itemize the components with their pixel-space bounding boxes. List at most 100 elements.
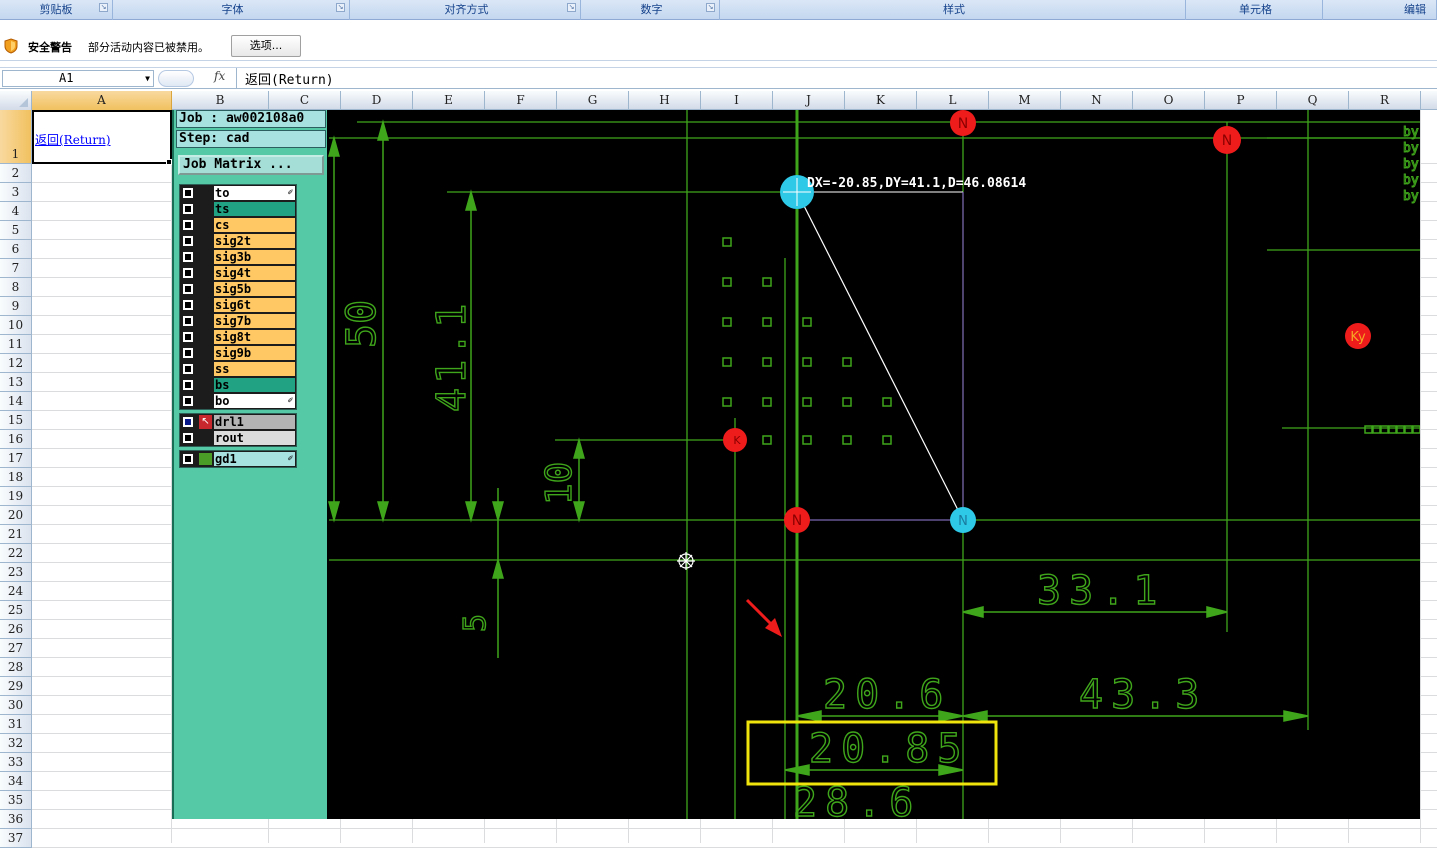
column-header-i[interactable]: I [701, 91, 773, 110]
ribbon-group-alignment[interactable]: 对齐方式 ↘ [353, 0, 581, 20]
layer-row-sig2t[interactable]: sig2t [180, 233, 296, 249]
row-header-12[interactable]: 12 [0, 354, 32, 373]
layer-row-drl1[interactable]: ↖ drl1 [180, 414, 296, 430]
column-header-j[interactable]: J [773, 91, 845, 110]
layer-name[interactable]: sig3b [214, 250, 295, 264]
layer-name[interactable]: sig4t [214, 266, 295, 280]
layer-checkbox[interactable] [183, 188, 193, 198]
dialog-launcher-icon[interactable]: ↘ [336, 3, 345, 12]
layer-checkbox[interactable] [183, 380, 193, 390]
row-header-16[interactable]: 16 [0, 430, 32, 449]
row-header-7[interactable]: 7 [0, 259, 32, 278]
row-header-33[interactable]: 33 [0, 753, 32, 772]
row-header-5[interactable]: 5 [0, 221, 32, 240]
row-header-21[interactable]: 21 [0, 525, 32, 544]
return-hyperlink[interactable]: 返回(Return) [35, 131, 111, 148]
row-header-32[interactable]: 32 [0, 734, 32, 753]
cad-viewer[interactable]: 50 41.1 10 5 33.1 20.6 43.3 20.85 28.6 N… [327, 110, 1420, 819]
column-header-h[interactable]: H [629, 91, 701, 110]
row-header-31[interactable]: 31 [0, 715, 32, 734]
ribbon-group-cells[interactable]: 单元格 [1189, 0, 1323, 20]
chevron-down-icon[interactable]: ▼ [145, 71, 150, 86]
layer-name[interactable]: sig5b [214, 282, 295, 296]
layer-name[interactable]: to [214, 186, 295, 200]
formula-input[interactable]: 返回(Return) [245, 69, 334, 88]
row-header-3[interactable]: 3 [0, 183, 32, 202]
worksheet-grid[interactable]: ABCDEFGHIJKLMNOPQR 1 2 3 4 5 6 7 8 9 10 11 12 13 14 15… [0, 91, 1437, 848]
layer-name[interactable]: bs [214, 378, 295, 392]
column-header-q[interactable]: Q [1277, 91, 1349, 110]
ribbon-group-number[interactable]: 数字 ↘ [584, 0, 720, 20]
formula-bar-splitter[interactable] [158, 70, 194, 87]
column-header-k[interactable]: K [845, 91, 917, 110]
row-header-19[interactable]: 19 [0, 487, 32, 506]
row-header-25[interactable]: 25 [0, 601, 32, 620]
layer-name[interactable]: drl1 [214, 415, 295, 429]
ribbon-group-styles[interactable]: 样式 [723, 0, 1186, 20]
column-header-a[interactable]: A [32, 91, 172, 110]
row-header-22[interactable]: 22 [0, 544, 32, 563]
layer-row-sig6t[interactable]: sig6t [180, 297, 296, 313]
row-header-13[interactable]: 13 [0, 373, 32, 392]
column-header-d[interactable]: D [341, 91, 413, 110]
dialog-launcher-icon[interactable]: ↘ [99, 3, 108, 12]
layer-row-ss[interactable]: ss [180, 361, 296, 377]
row-header-9[interactable]: 9 [0, 297, 32, 316]
row-header-11[interactable]: 11 [0, 335, 32, 354]
row-header-15[interactable]: 15 [0, 411, 32, 430]
layer-row-sig8t[interactable]: sig8t [180, 329, 296, 345]
layer-checkbox[interactable] [183, 300, 193, 310]
row-header-6[interactable]: 6 [0, 240, 32, 259]
ribbon-group-font[interactable]: 字体 ↘ [116, 0, 350, 20]
dialog-launcher-icon[interactable]: ↘ [567, 3, 576, 12]
row-header-23[interactable]: 23 [0, 563, 32, 582]
layer-name[interactable]: bo [214, 394, 295, 408]
ribbon-group-clipboard[interactable]: 剪贴板 ↘ [0, 0, 113, 20]
column-header-o[interactable]: O [1133, 91, 1205, 110]
cell-a1[interactable]: 返回(Return) [32, 110, 172, 164]
column-header-m[interactable]: M [989, 91, 1061, 110]
row-header-1[interactable]: 1 [0, 110, 32, 164]
row-header-30[interactable]: 30 [0, 696, 32, 715]
row-header-10[interactable]: 10 [0, 316, 32, 335]
layer-row-bo[interactable]: bo [180, 393, 296, 409]
layer-checkbox[interactable] [183, 364, 193, 374]
ribbon-group-editing[interactable]: 编辑 [1326, 0, 1437, 20]
layer-name[interactable]: sig6t [214, 298, 295, 312]
layer-row-cs[interactable]: cs [180, 217, 296, 233]
security-options-button[interactable]: 选项... [231, 35, 301, 57]
row-header-18[interactable]: 18 [0, 468, 32, 487]
row-header-17[interactable]: 17 [0, 449, 32, 468]
row-header-20[interactable]: 20 [0, 506, 32, 525]
layer-row-to[interactable]: to [180, 185, 296, 201]
layer-checkbox[interactable] [183, 396, 193, 406]
row-header-29[interactable]: 29 [0, 677, 32, 696]
layer-row-bs[interactable]: bs [180, 377, 296, 393]
layer-checkbox[interactable] [183, 417, 193, 427]
layer-name[interactable]: sig2t [214, 234, 295, 248]
layer-name[interactable]: ts [214, 202, 295, 216]
layer-row-sig9b[interactable]: sig9b [180, 345, 296, 361]
layer-name[interactable]: sig7b [214, 314, 295, 328]
row-header-14[interactable]: 14 [0, 392, 32, 411]
cad-drawing[interactable]: 50 41.1 10 5 33.1 20.6 43.3 20.85 28.6 N… [327, 110, 1420, 819]
column-header-p[interactable]: P [1205, 91, 1277, 110]
column-header-l[interactable]: L [917, 91, 989, 110]
layer-row-sig3b[interactable]: sig3b [180, 249, 296, 265]
layer-row-sig7b[interactable]: sig7b [180, 313, 296, 329]
layer-name[interactable]: gd1 [214, 452, 295, 466]
layer-checkbox[interactable] [183, 316, 193, 326]
row-header-37[interactable]: 37 [0, 829, 32, 848]
layer-checkbox[interactable] [183, 268, 193, 278]
row-header-28[interactable]: 28 [0, 658, 32, 677]
row-header-24[interactable]: 24 [0, 582, 32, 601]
select-all-corner[interactable] [0, 91, 32, 110]
layer-row-rout[interactable]: rout [180, 430, 296, 446]
layer-name[interactable]: rout [214, 431, 295, 445]
row-header-26[interactable]: 26 [0, 620, 32, 639]
row-header-35[interactable]: 35 [0, 791, 32, 810]
layer-row-gd1[interactable]: gd1 [180, 451, 296, 467]
layer-checkbox[interactable] [183, 220, 193, 230]
row-header-36[interactable]: 36 [0, 810, 32, 829]
layer-checkbox[interactable] [183, 284, 193, 294]
